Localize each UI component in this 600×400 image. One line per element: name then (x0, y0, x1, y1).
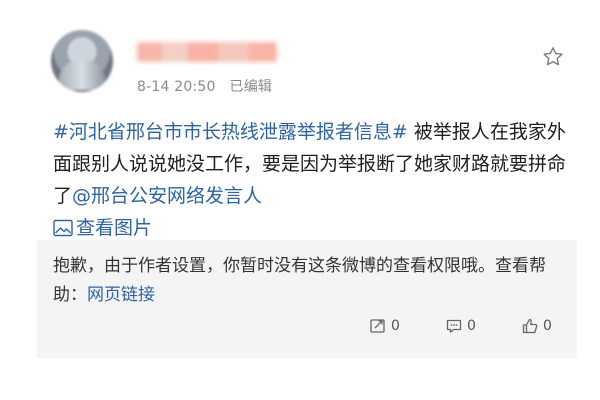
hashtag-link[interactable]: #河北省邢台市市长热线泄露举报者信息# (53, 121, 408, 143)
action-bar: 0 0 0 (37, 317, 577, 341)
help-web-link[interactable]: 网页链接 (87, 285, 155, 305)
repost-button[interactable]: 0 (369, 317, 400, 335)
notice-text: 抱歉，由于作者设置，你暂时没有这条微博的查看权限哦。查看帮助：网页链接 (53, 252, 563, 310)
edited-label: 已编辑 (229, 79, 273, 95)
username-blurred[interactable] (137, 42, 277, 62)
mention-link[interactable]: @邢台公安网络发言人 (72, 185, 262, 207)
like-count: 0 (543, 318, 552, 334)
post-timestamp: 8-14 20:50 (137, 79, 216, 95)
post-meta: 8-14 20:50 已编辑 (137, 76, 272, 96)
avatar[interactable] (51, 30, 113, 92)
like-button[interactable]: 0 (521, 317, 552, 335)
comment-button[interactable]: 0 (445, 317, 476, 335)
repost-icon (370, 319, 385, 333)
post-content: #河北省邢台市市长热线泄露举报者信息# 被举报人在我家外面跟别人说说她没工作，要… (53, 116, 573, 247)
comment-icon (446, 319, 462, 333)
repost-count: 0 (391, 318, 400, 334)
image-icon (53, 219, 73, 237)
comment-count: 0 (467, 318, 476, 334)
thumbs-up-icon (522, 318, 538, 334)
star-icon[interactable] (541, 45, 565, 69)
permission-notice: 抱歉，由于作者设置，你暂时没有这条微博的查看权限哦。查看帮助：网页链接 0 0 … (37, 240, 577, 358)
